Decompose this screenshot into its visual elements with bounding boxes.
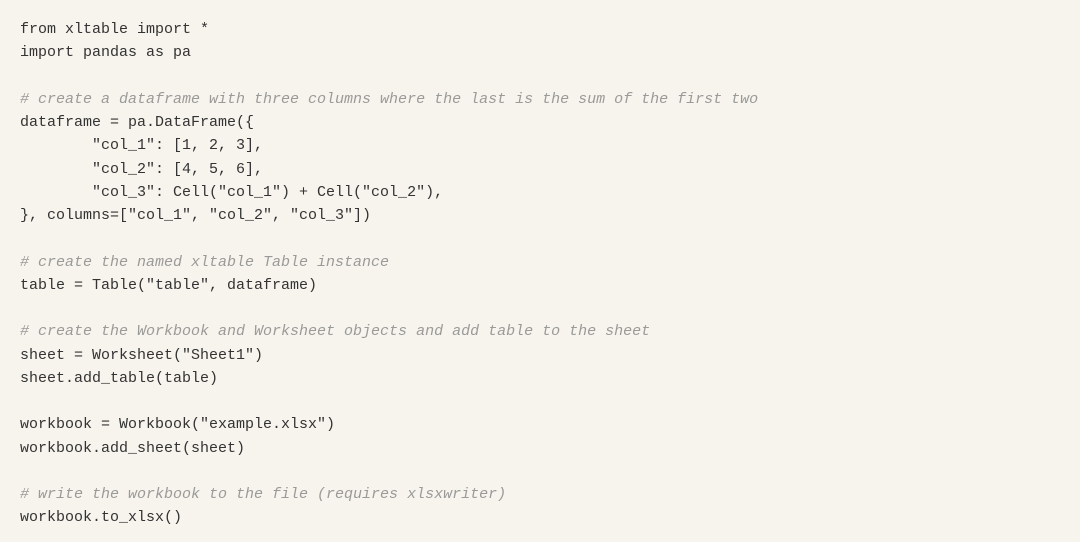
code-line: # create the named xltable Table instanc… [20, 251, 1060, 274]
code-line: workbook.to_xlsx() [20, 506, 1060, 529]
code-line: workbook.add_sheet(sheet) [20, 437, 1060, 460]
code-line [20, 65, 1060, 88]
code-line: table = Table("table", dataframe) [20, 274, 1060, 297]
code-line: sheet = Worksheet("Sheet1") [20, 344, 1060, 367]
code-line [20, 297, 1060, 320]
code-line [20, 460, 1060, 483]
code-line: workbook = Workbook("example.xlsx") [20, 413, 1060, 436]
code-line: }, columns=["col_1", "col_2", "col_3"]) [20, 204, 1060, 227]
code-line: "col_1": [1, 2, 3], [20, 134, 1060, 157]
code-block: from xltable import *import pandas as pa… [20, 18, 1060, 530]
code-line: sheet.add_table(table) [20, 367, 1060, 390]
code-line: # write the workbook to the file (requir… [20, 483, 1060, 506]
code-line: "col_3": Cell("col_1") + Cell("col_2"), [20, 181, 1060, 204]
code-line: dataframe = pa.DataFrame({ [20, 111, 1060, 134]
code-line: "col_2": [4, 5, 6], [20, 158, 1060, 181]
code-line [20, 390, 1060, 413]
code-line: import pandas as pa [20, 41, 1060, 64]
code-line: # create the Workbook and Worksheet obje… [20, 320, 1060, 343]
code-line [20, 227, 1060, 250]
code-line: from xltable import * [20, 18, 1060, 41]
code-line: # create a dataframe with three columns … [20, 88, 1060, 111]
